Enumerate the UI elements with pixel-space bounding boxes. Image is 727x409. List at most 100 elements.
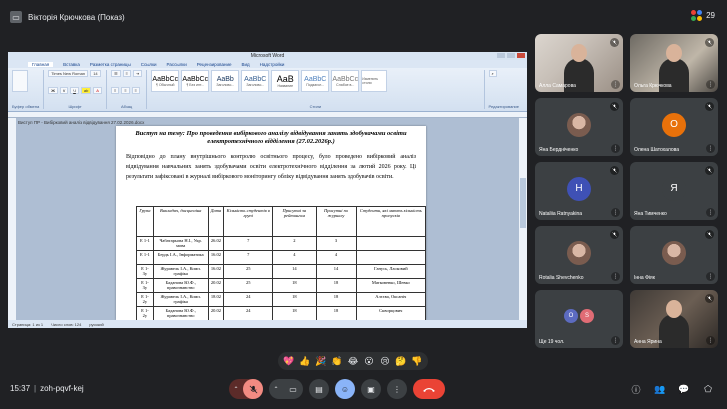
thumbs-up-reaction-icon[interactable]: 👍	[298, 354, 312, 368]
vertical-scrollbar[interactable]	[519, 118, 527, 320]
participant-tile[interactable]: Rotalia Shevchenko ⋮	[535, 226, 623, 284]
table-cell: 18.02	[207, 292, 225, 307]
more-options-icon[interactable]: ⋮	[387, 379, 407, 399]
tab-references[interactable]: Ссылки	[141, 62, 157, 67]
table-cell: 26.02	[207, 236, 225, 251]
surprised-reaction-icon[interactable]: 😮	[362, 354, 376, 368]
more-options-icon[interactable]: ⋮	[706, 144, 715, 153]
paste-icon[interactable]	[12, 70, 28, 92]
style-subtitle[interactable]: AaBbC Подзагол...	[301, 70, 330, 92]
more-options-icon[interactable]: ⋮	[611, 144, 620, 153]
participant-tile[interactable]: Яна Бердніченко ⋮	[535, 98, 623, 156]
participants-counter[interactable]: 29	[691, 10, 715, 21]
captions-icon[interactable]: ▤	[309, 379, 329, 399]
tab-home[interactable]: Главная	[28, 61, 54, 67]
group-editing: ⌕ Редактирование	[488, 70, 523, 109]
people-list-icon[interactable]: 👥	[653, 382, 667, 396]
more-options-icon[interactable]: ⋮	[706, 272, 715, 281]
avatar	[567, 112, 591, 137]
table-row: Е 1-2у Баданова Ю.Ф., правознавство 20.02 2…	[136, 306, 426, 320]
numbering-icon[interactable]: ≡	[122, 70, 131, 77]
bullets-icon[interactable]: ☰	[110, 70, 121, 77]
more-options-icon[interactable]: ⋮	[611, 208, 620, 217]
more-options-icon[interactable]: ⋮	[706, 80, 715, 89]
info-icon[interactable]: ⓘ	[629, 382, 643, 396]
participant-tile[interactable]: Анна Ярина ⋮	[630, 290, 718, 348]
style-heading1[interactable]: AaBb Заголово...	[211, 70, 240, 92]
align-left-icon[interactable]: ≡	[110, 87, 120, 94]
activities-icon[interactable]: ⬠	[701, 382, 715, 396]
participant-name: Nataliia Ratnyakina	[539, 211, 583, 217]
close-icon[interactable]	[517, 53, 525, 58]
reactions-icon[interactable]: ☺	[335, 379, 355, 399]
participant-tile[interactable]: Н Nataliia Ratnyakina ⋮	[535, 162, 623, 220]
participant-tile[interactable]: Ольга Крючкова ⋮	[630, 34, 718, 92]
tab-review[interactable]: Рецензирование	[197, 62, 232, 67]
italic-icon[interactable]: К	[59, 87, 69, 94]
word-ribbon-tabs: Главная Вставка Разметка страницы Ссылки…	[8, 60, 527, 68]
table-header: Кількість студентів в групі	[223, 206, 274, 237]
underline-icon[interactable]: Ч	[70, 87, 79, 94]
chat-icon[interactable]: 💬	[677, 382, 691, 396]
align-center-icon[interactable]: ≡	[121, 87, 130, 94]
style-no-spacing[interactable]: AaBbCc ¶ Без инт...	[181, 70, 210, 92]
style-subtle[interactable]: AaBbCc Слабое в...	[331, 70, 360, 92]
participant-tile[interactable]: Я Яна Тимченко ⋮	[630, 162, 718, 220]
more-options-icon[interactable]: ⋮	[611, 80, 620, 89]
avatar	[662, 240, 686, 265]
group-styles: AaBbCc ¶ Обычный AaBbCc ¶ Без инт... AaBb З…	[151, 70, 485, 109]
mic-off-icon[interactable]	[243, 379, 263, 399]
table-cell: 20.02	[207, 306, 225, 320]
participant-name: Яна Тимченко	[634, 211, 667, 217]
camera-icon[interactable]: ▭	[283, 379, 303, 399]
find-icon[interactable]: ⌕	[488, 70, 497, 77]
clap-reaction-icon[interactable]: 👏	[330, 354, 344, 368]
present-screen-icon[interactable]: ▣	[361, 379, 381, 399]
scroll-thumb[interactable]	[520, 178, 526, 228]
more-options-icon[interactable]: ⋮	[706, 336, 715, 345]
participant-tile[interactable]: Алла Самарова ⋮	[535, 34, 623, 92]
participant-tile[interactable]: О S Ще 19 чол. ⋮	[535, 290, 623, 348]
more-options-icon[interactable]: ⋮	[611, 272, 620, 281]
avatar: Н	[567, 176, 591, 201]
laugh-reaction-icon[interactable]: 😂	[346, 354, 360, 368]
document-page[interactable]: Виступ на тему: Про проведення вибірково…	[116, 126, 426, 320]
maximize-icon[interactable]	[507, 53, 515, 58]
thumbs-down-reaction-icon[interactable]: 👎	[410, 354, 424, 368]
tab-view[interactable]: Вид	[242, 62, 250, 67]
sad-reaction-icon[interactable]: 😢	[378, 354, 392, 368]
participant-name: Ще 19 чол.	[539, 339, 565, 345]
leave-call-icon[interactable]	[413, 379, 445, 399]
style-title[interactable]: AaB Название	[271, 70, 300, 92]
bold-icon[interactable]: Ж	[48, 87, 58, 94]
tab-insert[interactable]: Вставка	[63, 62, 80, 67]
indent-icon[interactable]: ⇥	[132, 70, 143, 77]
avatar: О	[662, 112, 686, 137]
font-name-select[interactable]: Times New Roman	[48, 70, 89, 77]
mic-options-icon[interactable]: ⌃	[229, 379, 243, 399]
table-cell: Е 1-2у	[136, 292, 154, 307]
more-options-icon[interactable]: ⋮	[611, 336, 620, 345]
font-color-icon[interactable]: A	[93, 87, 102, 94]
camera-options-icon[interactable]: ⌃	[269, 379, 283, 399]
tab-mailings[interactable]: Рассылки	[167, 62, 187, 67]
thinking-reaction-icon[interactable]: 🤔	[394, 354, 408, 368]
meet-window: ▭ Вікторія Крючкова (Показ) 29 Microsoft…	[0, 0, 727, 409]
tab-layout[interactable]: Разметка страницы	[90, 62, 131, 67]
heart-reaction-icon[interactable]: 💖	[282, 354, 296, 368]
more-options-icon[interactable]: ⋮	[706, 208, 715, 217]
change-styles-button[interactable]: Изменить стили	[361, 70, 388, 92]
font-size-select[interactable]: 14	[90, 70, 101, 77]
style-normal[interactable]: AaBbCc ¶ Обычный	[151, 70, 180, 92]
participant-tile[interactable]: Інна Фіяк ⋮	[630, 226, 718, 284]
minimize-icon[interactable]	[497, 53, 505, 58]
table-cell: Журавель І.А., Комп. графіка	[152, 292, 209, 307]
party-reaction-icon[interactable]: 🎉	[314, 354, 328, 368]
style-heading2[interactable]: AaBbC Заголово...	[241, 70, 270, 92]
justify-icon[interactable]: ≡	[131, 87, 140, 94]
table-header: Дата	[207, 206, 225, 237]
highlight-icon[interactable]: ab	[80, 87, 92, 94]
participant-tile[interactable]: О Олена Шатохалова ⋮	[630, 98, 718, 156]
tab-addins[interactable]: Надстройки	[260, 62, 285, 67]
meeting-info-separator: |	[34, 384, 37, 393]
